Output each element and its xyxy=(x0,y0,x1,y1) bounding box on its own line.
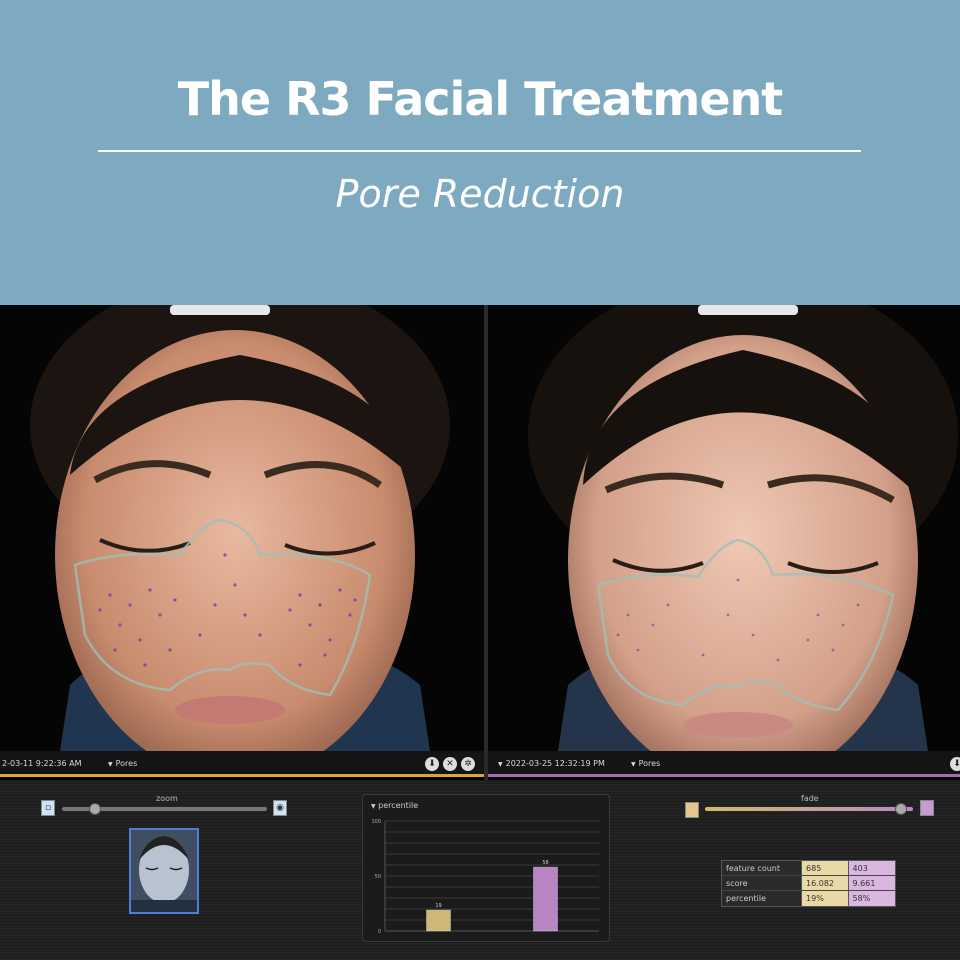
after-timestamp-select[interactable]: ▼ 2022-03-25 12:32:19 PM xyxy=(498,759,605,768)
thumbnail-face-image xyxy=(131,830,197,912)
navigator-thumbnail[interactable] xyxy=(129,828,199,914)
before-photo-pane[interactable] xyxy=(0,305,484,751)
chart-y-tick-label: 100 xyxy=(371,819,381,825)
after-swatch-icon[interactable] xyxy=(920,800,934,816)
dropdown-arrow-icon: ▼ xyxy=(498,761,503,768)
before-timestamp: 2-03-11 9:22:36 AM xyxy=(2,759,82,768)
zoom-out-icon[interactable]: ▫ xyxy=(41,800,55,816)
after-timestamp: 2022-03-25 12:32:19 PM xyxy=(505,759,605,768)
page-title: The R3 Facial Treatment xyxy=(177,72,784,126)
chart-y-tick-label: 50 xyxy=(375,874,381,880)
fade-slider-handle[interactable] xyxy=(895,803,907,815)
stats-label: score xyxy=(726,879,748,888)
stats-before-value: 19% xyxy=(801,891,848,906)
stats-after-value: 58% xyxy=(847,891,895,906)
info-icon[interactable]: ⬇ xyxy=(950,757,960,771)
stats-row: percentile 19% 58% xyxy=(722,891,895,906)
zoom-slider-handle[interactable] xyxy=(89,803,101,815)
settings-icon[interactable]: ✲ xyxy=(461,757,475,771)
before-status-bar: 2-03-11 9:22:36 AM ▼ Pores ⬇ ✕ ✲ xyxy=(0,751,484,777)
fade-slider[interactable] xyxy=(705,807,913,811)
after-layer-label: Pores xyxy=(638,759,661,768)
control-panel: zoom ▫ ◉ ▼ percentile 0 50 100 19 58 fade fe… xyxy=(0,780,960,960)
stats-label: feature count xyxy=(726,864,780,873)
dropdown-arrow-icon: ▼ xyxy=(631,761,636,768)
percentile-bar-chart: 0 50 100 19 58 xyxy=(371,819,599,935)
fade-label: fade xyxy=(801,794,819,803)
stats-row: feature count 685 403 xyxy=(722,861,895,876)
before-swatch-icon[interactable] xyxy=(685,802,699,818)
after-layer-select[interactable]: ▼ Pores xyxy=(631,759,660,768)
stats-before-value: 16.082 xyxy=(801,876,848,890)
after-status-bar: ▼ 2022-03-25 12:32:19 PM ▼ Pores ⬇ xyxy=(488,751,960,777)
close-icon[interactable]: ✕ xyxy=(443,757,457,771)
chart-y-tick-label: 0 xyxy=(378,929,381,935)
stats-table: feature count 685 403 score 16.082 9.661… xyxy=(721,860,896,907)
chart-data-label: 58 xyxy=(542,860,548,866)
after-face-image xyxy=(488,305,960,751)
page-subtitle: Pore Reduction xyxy=(335,172,625,216)
stats-before-value: 685 xyxy=(801,861,848,875)
after-photo-pane[interactable] xyxy=(488,305,960,751)
stats-after-value: 9.661 xyxy=(847,876,895,890)
chart-data-label: 19 xyxy=(435,903,441,909)
title-divider xyxy=(98,150,861,152)
before-face-image xyxy=(0,305,484,751)
chart-bar xyxy=(533,866,558,932)
before-layer-label: Pores xyxy=(115,759,138,768)
stats-row: score 16.082 9.661 xyxy=(722,876,895,891)
info-icon[interactable]: ⬇ xyxy=(425,757,439,771)
chart-bar xyxy=(426,909,451,932)
stats-after-value: 403 xyxy=(847,861,895,875)
header-banner: The R3 Facial Treatment Pore Reduction xyxy=(0,0,960,305)
percentile-chart-panel: ▼ percentile 0 50 100 19 58 xyxy=(362,794,610,942)
zoom-label: zoom xyxy=(156,794,178,803)
dropdown-arrow-icon: ▼ xyxy=(108,761,113,768)
before-layer-select[interactable]: ▼ Pores xyxy=(108,759,137,768)
zoom-in-icon[interactable]: ◉ xyxy=(273,800,287,816)
stats-label: percentile xyxy=(726,894,767,903)
